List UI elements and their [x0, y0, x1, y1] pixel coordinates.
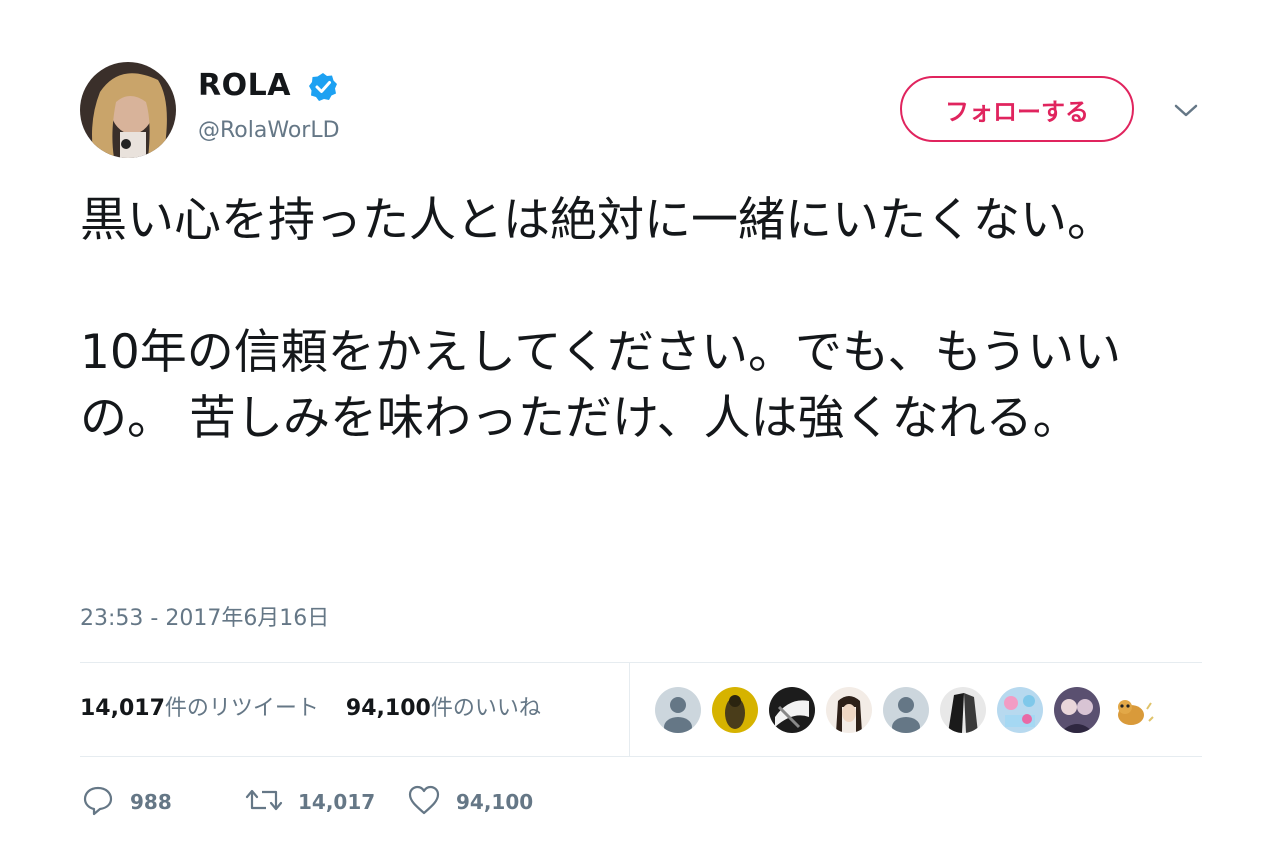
- liker-avatar[interactable]: [997, 687, 1043, 733]
- retweets-stat[interactable]: 14,017件のリツイート: [80, 690, 319, 722]
- user-handle[interactable]: @RolaWorLD: [198, 118, 340, 143]
- tweet-text: 黒い心を持った人とは絶対に一緒にいたくない。 10年の信頼をかえしてください。で…: [80, 188, 1200, 452]
- tweet-card: ROLA @RolaWorLD フォローする 黒い心を持った人とは絶対に一緒にい…: [0, 0, 1280, 864]
- like-count: 94,100: [456, 790, 534, 814]
- chevron-down-icon[interactable]: [1172, 98, 1200, 122]
- retweet-count: 14,017: [298, 790, 376, 814]
- tweet-timestamp[interactable]: 23:53 - 2017年6月16日: [80, 600, 329, 632]
- retweet-icon: [244, 782, 284, 822]
- reply-icon: [80, 782, 116, 822]
- divider: [80, 662, 1202, 663]
- liker-avatar[interactable]: [712, 687, 758, 733]
- retweets-count: 14,017: [80, 696, 165, 721]
- reply-button[interactable]: 988: [80, 784, 172, 820]
- display-name[interactable]: ROLA: [198, 68, 291, 103]
- tweet-paragraph: 黒い心を持った人とは絶対に一緒にいたくない。: [80, 193, 1114, 248]
- reply-count: 988: [130, 790, 172, 814]
- like-button[interactable]: 94,100: [406, 784, 533, 820]
- liker-avatar[interactable]: [769, 687, 815, 733]
- divider: [80, 756, 1202, 757]
- retweets-label: 件のリツイート: [164, 696, 319, 721]
- likes-label: 件のいいね: [430, 696, 541, 721]
- verified-badge-icon: [308, 72, 338, 102]
- likes-count: 94,100: [345, 696, 431, 721]
- liker-avatar[interactable]: [883, 687, 929, 733]
- tweet-paragraph: 10年の信頼をかえしてください。でも、もういいの。 苦しみを味わっただけ、人は強…: [80, 325, 1122, 446]
- liker-avatar[interactable]: [1111, 687, 1157, 733]
- avatar[interactable]: [80, 62, 176, 158]
- follow-button[interactable]: フォローする: [900, 76, 1134, 142]
- liker-avatar[interactable]: [1054, 687, 1100, 733]
- liker-avatar[interactable]: [655, 687, 701, 733]
- liker-avatar[interactable]: [940, 687, 986, 733]
- retweet-button[interactable]: 14,017: [244, 784, 375, 820]
- likes-stat[interactable]: 94,100件のいいね: [346, 690, 541, 722]
- tweet-stats: 14,017件のリツイート 94,100件のいいね: [80, 690, 541, 722]
- liker-avatar[interactable]: [826, 687, 872, 733]
- heart-icon: [406, 782, 442, 822]
- divider: [629, 663, 630, 756]
